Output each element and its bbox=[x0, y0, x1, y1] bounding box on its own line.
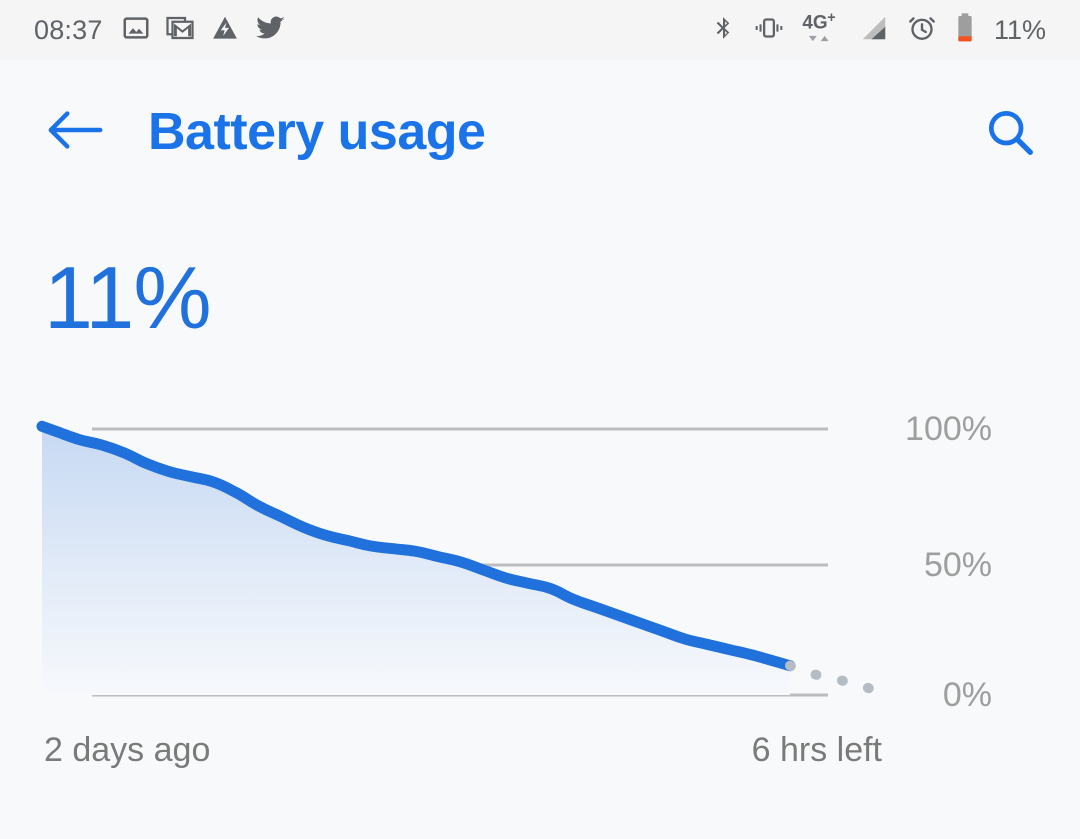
battery-usage-chart: 100% 50% 0% bbox=[0, 395, 1080, 725]
back-button[interactable] bbox=[44, 104, 106, 160]
app-bar: Battery usage bbox=[0, 60, 1080, 200]
status-battery-percent: 11% bbox=[993, 14, 1046, 45]
y-axis-label-100: 100% bbox=[905, 410, 992, 448]
arrow-left-icon bbox=[46, 106, 104, 159]
chart-y-axis-labels: 100% 50% 0% bbox=[840, 395, 1036, 725]
vibrate-icon bbox=[752, 13, 786, 48]
page-title: Battery usage bbox=[148, 103, 486, 161]
status-bar-right: 4G + 11% bbox=[710, 10, 1046, 50]
battery-level-headline: 11% bbox=[44, 248, 212, 347]
network-4g-plus-icon: 4G + bbox=[802, 10, 842, 50]
status-clock: 08:37 bbox=[34, 14, 103, 45]
search-icon bbox=[983, 105, 1037, 164]
chart-x-axis-labels: 2 days ago 6 hrs left bbox=[0, 728, 1080, 784]
twitter-icon bbox=[255, 13, 287, 48]
photos-icon bbox=[121, 13, 151, 48]
svg-text:+: + bbox=[827, 11, 835, 26]
android-auto-icon bbox=[209, 13, 241, 48]
x-axis-label-start: 2 days ago bbox=[44, 731, 211, 769]
gmail-icon bbox=[165, 13, 195, 48]
status-bar-left: 08:37 bbox=[34, 13, 287, 48]
y-axis-label-0: 0% bbox=[942, 676, 992, 714]
x-axis-label-end: 6 hrs left bbox=[751, 731, 882, 769]
signal-strength-icon bbox=[858, 13, 890, 48]
bluetooth-icon bbox=[710, 13, 736, 48]
y-axis-label-50: 50% bbox=[923, 546, 992, 584]
alarm-clock-icon bbox=[906, 13, 938, 48]
search-button[interactable] bbox=[978, 104, 1042, 164]
status-bar: 08:37 4G + 11% bbox=[0, 0, 1080, 60]
svg-text:4G: 4G bbox=[802, 12, 827, 33]
battery-low-icon bbox=[954, 12, 976, 49]
